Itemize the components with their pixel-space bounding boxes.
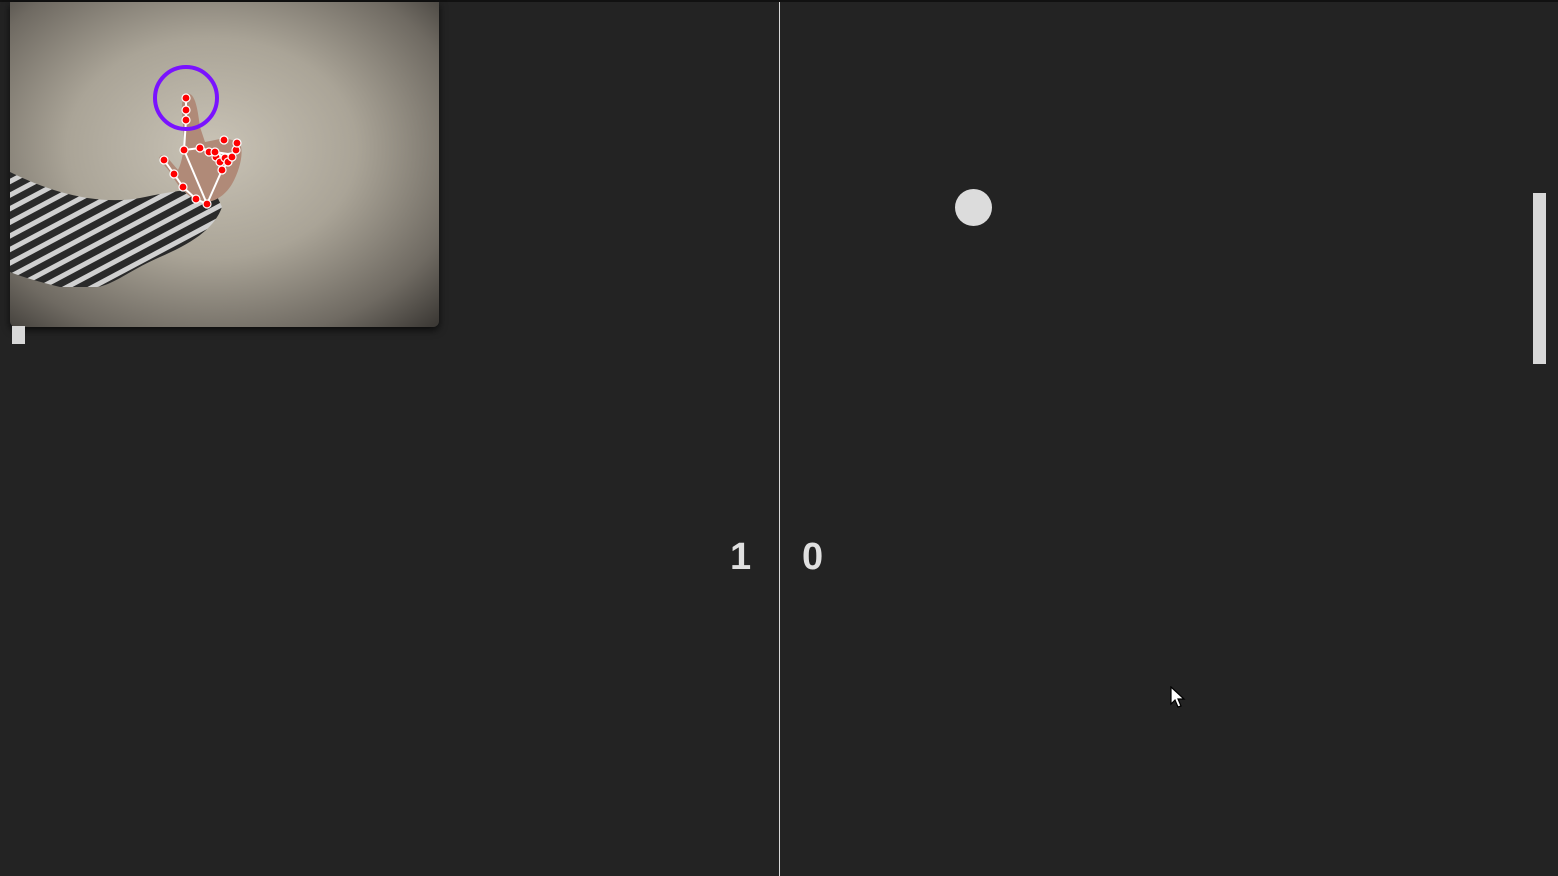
game-canvas[interactable]: 1 0 (0, 0, 1558, 876)
ball (955, 189, 992, 226)
right-paddle (1533, 193, 1546, 364)
center-net (779, 2, 780, 876)
left-score: 1 (730, 536, 752, 578)
mouse-pointer-icon (1170, 685, 1186, 710)
left-paddle (12, 326, 25, 344)
webcam-feed (10, 2, 439, 327)
right-score: 0 (802, 536, 824, 578)
